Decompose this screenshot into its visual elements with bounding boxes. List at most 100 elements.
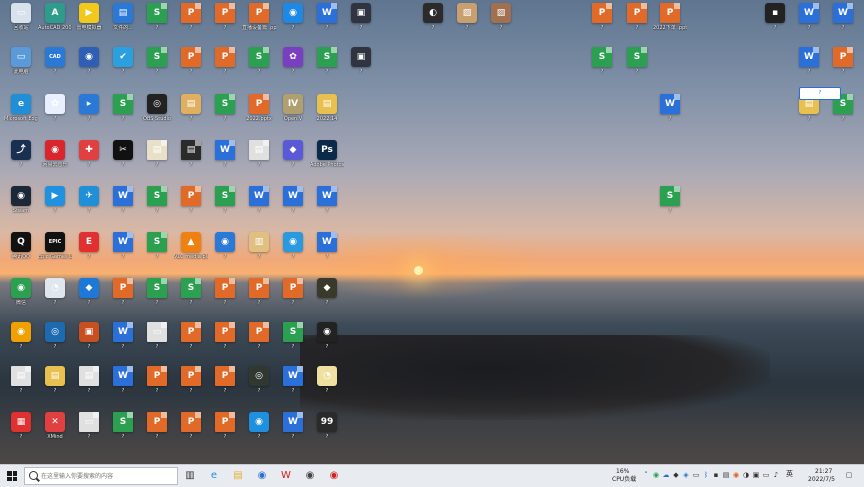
desktop-icon[interactable]: ▤?: [72, 366, 106, 394]
desktop-icon[interactable]: P?: [174, 186, 208, 214]
desktop-icon[interactable]: ▤?: [38, 366, 72, 394]
desktop-icon[interactable]: ◉?: [72, 47, 106, 75]
desktop-icon[interactable]: S?: [140, 186, 174, 214]
desktop-icon[interactable]: W?: [276, 186, 310, 214]
input-method-indicator[interactable]: 英: [786, 471, 793, 478]
desktop-icon[interactable]: P?: [242, 278, 276, 306]
desktop-icon[interactable]: P?: [208, 366, 242, 394]
network-icon[interactable]: ▤: [722, 471, 730, 479]
desktop-icon[interactable]: W?: [276, 412, 310, 440]
desktop-icon[interactable]: ▤?: [4, 366, 38, 394]
desktop-icon[interactable]: ◉ 网易云音乐: [38, 140, 72, 168]
desktop-icon[interactable]: P 2022下单 .pptx: [653, 3, 687, 31]
desktop-icon[interactable]: W?: [653, 94, 687, 122]
desktop-icon[interactable]: ✚?: [72, 140, 106, 168]
desktop-icon[interactable]: ▭?: [72, 412, 106, 440]
desktop-icon[interactable]: ▭?: [140, 322, 174, 350]
desktop-icon[interactable]: P?: [208, 3, 242, 31]
desktop-icon[interactable]: ▲ VLC media player: [174, 232, 208, 260]
wechat-tray-icon[interactable]: ◉: [652, 471, 660, 479]
desktop-icon[interactable]: ◆?: [72, 278, 106, 306]
desktop-icon[interactable]: P?: [174, 366, 208, 394]
desktop-icon[interactable]: ◉?: [242, 412, 276, 440]
desktop-icon[interactable]: P?: [174, 47, 208, 75]
notifications-icon[interactable]: ▢: [845, 471, 853, 479]
desktop-icon[interactable]: ▶?: [38, 186, 72, 214]
desktop-icon[interactable]: A AutoCAD 2007 -…: [38, 3, 72, 31]
volume-icon[interactable]: ♪: [772, 471, 780, 479]
desktop-icon[interactable]: ▶ 雷电模拟器: [72, 3, 106, 31]
desktop-icon[interactable]: P?: [208, 322, 242, 350]
desktop-icon[interactable]: P?: [208, 47, 242, 75]
desktop-icon[interactable]: W?: [276, 366, 310, 394]
desktop-icon[interactable]: P?: [620, 3, 654, 31]
clock-date[interactable]: 2022/7/5: [808, 476, 835, 483]
desktop-icon[interactable]: P 2022.pptx: [242, 94, 276, 122]
desktop-icon[interactable]: W?: [310, 232, 344, 260]
battery-icon[interactable]: ▭: [762, 471, 770, 479]
desktop-icon[interactable]: ◉?: [276, 232, 310, 260]
desktop-icon[interactable]: ◆?: [310, 278, 344, 306]
desktop-icon[interactable]: S?: [140, 3, 174, 31]
desktop-icon[interactable]: ▤?: [174, 140, 208, 168]
desktop-icon[interactable]: S?: [620, 47, 654, 75]
desktop-icon[interactable]: Q 腾讯QQ: [4, 232, 38, 260]
desktop-icon[interactable]: P?: [208, 278, 242, 306]
clock-time[interactable]: 21:27: [815, 468, 832, 475]
desktop-icon[interactable]: P?: [140, 366, 174, 394]
desktop-icon[interactable]: ▣?: [344, 3, 378, 31]
taskbar-app-blue-icon[interactable]: ◉: [254, 468, 270, 484]
tray-app-3-icon[interactable]: ◉: [732, 471, 740, 479]
desktop-icon[interactable]: ◐?: [416, 3, 450, 31]
desktop-icon[interactable]: Ps Adobe Photosh...: [310, 140, 344, 168]
desktop-icon[interactable]: ▤?: [242, 140, 276, 168]
taskbar-file-explorer-icon[interactable]: ▤: [230, 468, 246, 484]
assistant-popup[interactable]: ?: [799, 87, 841, 100]
desktop-icon[interactable]: ▥?: [242, 232, 276, 260]
desktop-icon[interactable]: ◎ OBS Studio: [140, 94, 174, 122]
desktop-icon[interactable]: W?: [208, 140, 242, 168]
tray-app-icon[interactable]: ◆: [672, 471, 680, 479]
desktop-icon[interactable]: ✕ XMind: [38, 412, 72, 440]
desktop-icon[interactable]: W?: [826, 3, 860, 31]
desktop-icon[interactable]: e Microsoft Edge: [4, 94, 38, 122]
desktop-icon[interactable]: ◉ Steam: [4, 186, 38, 214]
desktop-icon[interactable]: P?: [208, 412, 242, 440]
desktop-icon[interactable]: S?: [140, 232, 174, 260]
taskbar-steam-icon[interactable]: ◉: [302, 468, 318, 484]
start-button[interactable]: [2, 468, 22, 484]
desktop-icon[interactable]: ▨?: [484, 3, 518, 31]
desktop-icon[interactable]: S?: [106, 412, 140, 440]
desktop-icon[interactable]: CAD?: [38, 47, 72, 75]
search-input[interactable]: [41, 470, 175, 482]
desktop-icon[interactable]: ▤ 2022.14: [310, 94, 344, 122]
desktop-icon[interactable]: 99?: [310, 412, 344, 440]
desktop-icon[interactable]: ⤴?: [4, 140, 38, 168]
desktop-icon[interactable]: S?: [242, 47, 276, 75]
desktop-icon[interactable]: ◉?: [276, 3, 310, 31]
desktop-icon[interactable]: ✿?: [276, 47, 310, 75]
taskbar-recorder-icon[interactable]: ◉: [326, 468, 342, 484]
desktop-icon[interactable]: S?: [174, 278, 208, 306]
tray-app-5-icon[interactable]: ▣: [752, 471, 760, 479]
desktop-icon[interactable]: ◔?: [38, 278, 72, 306]
desktop-icon[interactable]: W?: [242, 186, 276, 214]
cloud-tray-icon[interactable]: ☁: [662, 471, 670, 479]
desktop-icon[interactable]: S?: [585, 47, 619, 75]
tray-app-4-icon[interactable]: ◑: [742, 471, 750, 479]
desktop-icon[interactable]: S?: [208, 186, 242, 214]
desktop-icon[interactable]: S?: [310, 47, 344, 75]
taskbar-task-view-icon[interactable]: ▥: [182, 468, 198, 484]
desktop-icon[interactable]: ✿?: [38, 94, 72, 122]
desktop-icon[interactable]: ▤?: [174, 94, 208, 122]
desktop-icon[interactable]: ◉?: [310, 322, 344, 350]
desktop-icon[interactable]: IV OpenIV: [276, 94, 310, 122]
desktop-icon[interactable]: ▪?: [758, 3, 792, 31]
desktop-icon[interactable]: S?: [106, 94, 140, 122]
desktop-icon[interactable]: P?: [174, 412, 208, 440]
desktop-icon[interactable]: EPIC Epic Games Launcher: [38, 232, 72, 260]
desktop-icon[interactable]: W?: [106, 232, 140, 260]
desktop-icon[interactable]: ◉?: [4, 322, 38, 350]
taskbar-search-box[interactable]: [24, 467, 178, 485]
taskbar-wps-icon[interactable]: W: [278, 468, 294, 484]
